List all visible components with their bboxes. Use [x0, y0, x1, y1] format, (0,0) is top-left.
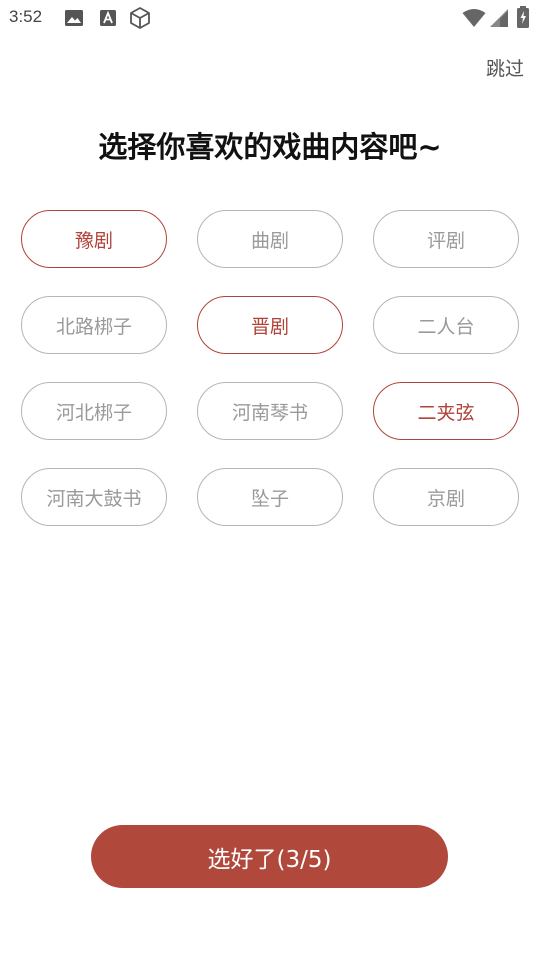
skip-button[interactable]: 跳过: [486, 54, 524, 81]
option-chip[interactable]: 河南大鼓书: [21, 468, 167, 526]
option-chip[interactable]: 坠子: [197, 468, 343, 526]
status-bar: 3:52: [0, 0, 540, 36]
signal-icon: [490, 9, 508, 27]
option-chip[interactable]: 二人台: [373, 296, 519, 354]
option-chip[interactable]: 豫剧: [21, 210, 167, 268]
status-time: 3:52: [9, 7, 43, 26]
option-chip[interactable]: 曲剧: [197, 210, 343, 268]
option-chip[interactable]: 河北梆子: [21, 382, 167, 440]
page-title: 选择你喜欢的戏曲内容吧~: [98, 130, 442, 164]
wifi-icon: [462, 9, 486, 27]
option-chip[interactable]: 评剧: [373, 210, 519, 268]
a-notification-icon: [100, 10, 116, 26]
battery-icon: [517, 6, 529, 28]
option-chip[interactable]: 北路梆子: [21, 296, 167, 354]
option-chip[interactable]: 京剧: [373, 468, 519, 526]
cube-icon: [130, 7, 150, 29]
option-chip[interactable]: 晋剧: [197, 296, 343, 354]
option-chip[interactable]: 河南琴书: [197, 382, 343, 440]
image-icon: [65, 10, 83, 26]
confirm-button[interactable]: 选好了(3/5): [91, 825, 448, 888]
option-chip[interactable]: 二夹弦: [373, 382, 519, 440]
